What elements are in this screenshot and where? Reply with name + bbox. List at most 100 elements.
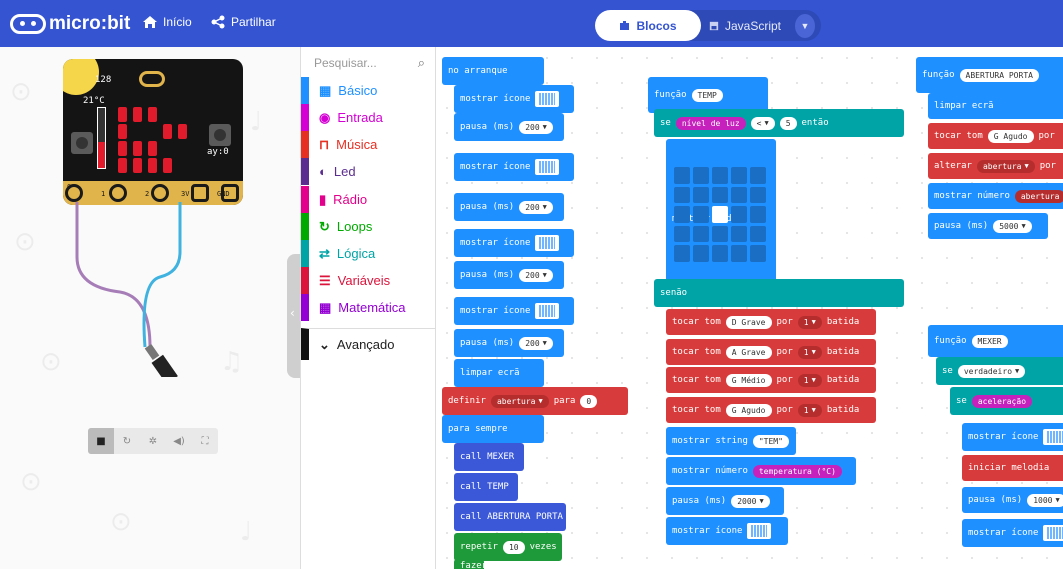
show-number-block[interactable]: mostrar número abertura — [928, 183, 1063, 209]
show-string-block[interactable]: mostrar string "TEM" — [666, 427, 796, 455]
function-mexer-block[interactable]: função MEXER — [928, 325, 1063, 357]
led-toggle[interactable] — [693, 225, 709, 243]
value-pill[interactable]: G Médio — [725, 373, 772, 387]
collapse-simulator-button[interactable]: ‹ — [287, 254, 301, 378]
toolbox-category-led[interactable]: ◐ Led — [301, 158, 437, 185]
led-toggle[interactable] — [674, 245, 690, 262]
function-name-field[interactable]: ABERTURA PORTA — [959, 68, 1039, 82]
led-toggle[interactable] — [693, 206, 709, 223]
pause-block[interactable]: pausa (ms) 2000 ▼ — [666, 487, 784, 515]
value-pill[interactable]: G Agudo — [987, 129, 1034, 143]
pause-block[interactable]: pausa (ms) 200 ▼ — [454, 261, 564, 289]
play-tone-block[interactable]: tocar tom A Grave por 1 ▼ batida — [666, 339, 876, 365]
led-toggle[interactable] — [674, 225, 690, 243]
toolbox-category-variáveis[interactable]: ☰ Variáveis — [301, 267, 437, 294]
led-toggle[interactable] — [674, 186, 690, 204]
light-level-slider[interactable] — [63, 59, 99, 95]
show-icon-block[interactable]: mostrar ícone — [454, 297, 574, 325]
icon-picker[interactable] — [535, 235, 560, 251]
function-porta-block[interactable]: função ABERTURA PORTA — [916, 57, 1063, 93]
show-icon-block[interactable]: mostrar ícone — [454, 85, 574, 113]
start-melody-block[interactable]: iniciar melodia — [962, 455, 1063, 481]
value-pill[interactable]: A Grave — [725, 345, 772, 359]
value-pill[interactable]: aceleração — [971, 394, 1033, 408]
toolbox-category-rádio[interactable]: ▮ Rádio — [301, 186, 437, 213]
led-toggle[interactable] — [731, 167, 747, 184]
change-variable-block[interactable]: alterar abertura ▼ por — [928, 153, 1063, 179]
button-b[interactable] — [209, 124, 231, 146]
compare-dropdown[interactable]: < ▼ — [750, 116, 775, 130]
light-level-block[interactable]: nível de luz — [675, 116, 746, 130]
play-tone-block[interactable]: tocar tom G Agudo por 1 ▼ batida — [666, 397, 876, 423]
icon-picker[interactable] — [1043, 429, 1063, 445]
led-toggle[interactable] — [674, 206, 690, 223]
play-tone-block[interactable]: tocar tom D Grave por 1 ▼ batida — [666, 309, 876, 335]
toolbox-category-entrada[interactable]: ◉ Entrada — [301, 104, 437, 131]
button-a[interactable] — [71, 132, 93, 154]
led-toggle[interactable] — [693, 167, 709, 184]
led-toggle[interactable] — [731, 206, 747, 223]
show-icon-block[interactable]: mostrar ícone — [962, 423, 1063, 451]
value-pill[interactable]: 1 ▼ — [797, 403, 822, 417]
function-name-field[interactable]: MEXER — [971, 334, 1008, 348]
led-toggle[interactable] — [693, 186, 709, 204]
show-icon-block[interactable]: mostrar ícone — [454, 153, 574, 181]
led-toggle[interactable] — [750, 167, 766, 184]
value-pill[interactable]: 1000 ▼ — [1027, 493, 1063, 507]
fullscreen-icon[interactable]: ⛶ — [192, 428, 218, 454]
blocks-tab[interactable]: Blocos — [595, 10, 701, 41]
led-toggle[interactable] — [750, 206, 766, 223]
value-pill[interactable]: 5000 ▼ — [993, 219, 1032, 233]
show-icon-block[interactable]: mostrar ícone — [666, 517, 788, 545]
else-label[interactable]: senão — [654, 279, 904, 307]
value-pill[interactable]: D Grave — [725, 315, 772, 329]
icon-picker[interactable] — [535, 159, 560, 175]
led-toggle[interactable] — [731, 225, 747, 243]
clear-screen-block[interactable]: limpar ecrã — [454, 359, 544, 387]
value-pill[interactable]: abertura ▼ — [490, 394, 549, 408]
blocks-workspace[interactable]: no arranque mostrar ícone pausa (ms) 200 ▼ m… — [436, 47, 1063, 569]
stop-icon[interactable]: ■ — [88, 428, 114, 454]
led-toggle[interactable] — [693, 245, 709, 262]
restart-icon[interactable]: ↻ — [114, 428, 140, 454]
call-temp-block[interactable]: call TEMP — [454, 473, 518, 501]
led-toggle[interactable] — [712, 167, 728, 184]
value-pill[interactable]: 5 — [779, 116, 797, 130]
set-variable-block[interactable]: definir abertura ▼ para 0 — [442, 387, 628, 415]
value-pill[interactable]: 0 — [580, 394, 598, 408]
toolbox-category-básico[interactable]: ▦ Básico — [301, 77, 437, 104]
if-block[interactable]: se verdadeiro ▼ — [936, 357, 1063, 385]
led-grid-editor[interactable] — [674, 167, 769, 262]
chevron-down-icon[interactable]: ▼ — [795, 13, 815, 38]
value-pill[interactable]: abertura — [1014, 189, 1063, 203]
icon-picker[interactable] — [535, 303, 560, 319]
led-toggle[interactable] — [712, 206, 728, 223]
forever-block[interactable]: para sempre — [442, 415, 544, 443]
toolbox-category-lógica[interactable]: ⇄ Lógica — [301, 240, 437, 267]
icon-picker[interactable] — [535, 91, 560, 107]
pause-block[interactable]: pausa (ms) 200 ▼ — [454, 113, 564, 141]
pause-block[interactable]: pausa (ms) 1000 ▼ — [962, 487, 1063, 513]
do-label[interactable]: fazer — [454, 559, 487, 569]
icon-picker[interactable] — [1043, 525, 1063, 541]
pause-block[interactable]: pausa (ms) 200 ▼ — [454, 329, 564, 357]
value-pill[interactable]: 2000 ▼ — [731, 494, 770, 508]
value-pill[interactable]: 10 — [502, 540, 525, 554]
value-pill[interactable]: temperatura (°C) — [752, 464, 842, 478]
if-block[interactable]: se aceleração — [950, 387, 1063, 415]
led-toggle[interactable] — [712, 186, 728, 204]
value-pill[interactable]: 200 ▼ — [519, 336, 553, 350]
function-temp-block[interactable]: função TEMP — [648, 77, 768, 113]
value-pill[interactable]: 200 ▼ — [519, 120, 553, 134]
if-block[interactable]: se nível de luz < ▼ 5 então — [654, 109, 904, 137]
pause-block[interactable]: pausa (ms) 200 ▼ — [454, 193, 564, 221]
home-button[interactable]: Início — [142, 15, 192, 29]
value-pill[interactable]: abertura ▼ — [976, 159, 1035, 173]
clear-screen-block[interactable]: limpar ecrã — [928, 93, 1063, 119]
temperature-slider[interactable] — [97, 107, 106, 169]
led-toggle[interactable] — [750, 245, 766, 262]
pause-block[interactable]: pausa (ms) 5000 ▼ — [928, 213, 1048, 239]
value-pill[interactable]: G Agudo — [725, 403, 772, 417]
toolbox-category-loops[interactable]: ↻ Loops — [301, 213, 437, 240]
led-toggle[interactable] — [750, 225, 766, 243]
